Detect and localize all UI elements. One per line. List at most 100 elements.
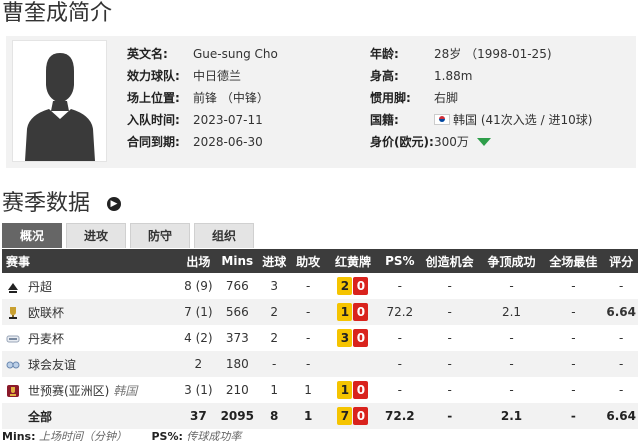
mins-cell: 2095 [217,403,258,429]
tab-defense[interactable]: 防守 [130,223,190,248]
pass-pct-cell: 72.2 [380,403,419,429]
assists-cell: - [291,351,326,377]
nationality-text: 韩国 (41次入选 / 进10球) [453,113,593,127]
world-cup-qualifiers-icon [7,384,19,397]
pass-pct-cell: 72.2 [380,299,419,325]
goals-cell: 1 [270,383,279,397]
goals-cell: 2 [257,299,292,325]
chances-cell: - [418,351,481,377]
goals-cell: 3 [270,279,279,293]
cards-cell: 30 [325,325,381,351]
aerials-cell: 2.1 [480,299,543,325]
ps-desc: 传球成功率 [186,430,242,443]
yellow-card-count: 1 [337,381,353,399]
rating-cell: - [604,351,638,377]
red-card-count: 0 [353,303,369,321]
arrow-right-icon[interactable]: ▶ [107,197,121,211]
competition-cell[interactable]: 丹麦杯 [2,325,179,351]
aerials-cell: - [509,331,514,345]
danish-cup-icon [6,335,20,342]
mins-cell: 766 [225,279,249,293]
europa-league-trophy-icon [9,306,17,319]
yellow-card-count: 2 [337,277,353,295]
mins-cell: 210 [225,383,249,397]
danish-superliga-icon [8,282,18,293]
apps-cell: 3 (1) [184,383,213,397]
header-apps[interactable]: 出场 [179,249,218,273]
table-row: 丹麦杯 4 (2) 373 2 - 30 - - - - - [2,325,638,351]
header-chances[interactable]: 创造机会 [418,249,481,273]
competition-cell[interactable]: 欧联杯 [2,299,180,325]
club-value[interactable]: 中日德兰 [193,68,241,84]
chances-cell: - [447,279,452,293]
contract-label: 合同到期: [127,135,180,149]
header-cards[interactable]: 红黄牌 [325,249,381,273]
header-rating[interactable]: 评分 [604,249,638,273]
assists-cell: - [305,331,311,345]
competition-cell[interactable]: 世预赛(亚洲区) 韩国 [2,377,179,403]
mins-cell: 566 [217,299,258,325]
joined-label: 入队时间: [127,113,180,127]
english-name-label: 英文名: [127,47,168,61]
table-row: 世预赛(亚洲区) 韩国 3 (1) 210 1 1 10 - - - - - [2,377,638,403]
aerials-cell: - [480,351,543,377]
aerials-cell: - [509,279,514,293]
competition-name: 欧联杯 [28,305,65,320]
apps-cell: 4 (2) [184,331,213,345]
competition-cell[interactable]: 球会友谊 [2,351,180,377]
yellow-card-count: 7 [337,407,353,425]
position-value: 前锋 （中锋） [193,91,269,105]
market-value: 300万 [434,134,491,150]
table-footnote: Mins: 上场时间（分钟） PS%: 传球成功率 [2,429,241,445]
motm-cell: - [542,351,605,377]
yellow-card-count: 3 [337,329,353,347]
header-motm[interactable]: 全场最佳 [542,249,605,273]
tab-organize[interactable]: 组织 [194,223,254,248]
competition-cell[interactable]: 丹超 [2,273,179,299]
header-pass-pct[interactable]: PS% [380,249,419,273]
chances-cell: - [418,299,481,325]
header-aerials[interactable]: 争顶成功 [480,249,543,273]
trend-down-icon [476,138,491,146]
season-stats-table: 赛事 出场 Mins 进球 助攻 红黄牌 PS% 创造机会 争顶成功 全场最佳 … [2,249,638,429]
club-friendly-icon [6,361,20,368]
motm-cell: - [571,279,576,293]
silhouette-icon [13,41,106,161]
red-card-count: 0 [353,329,369,347]
market-value-label: 身价(欧元): [370,135,434,149]
cards-cell [325,351,381,377]
chances-cell: - [447,383,452,397]
table-row: 球会友谊 2 180 - - - - - - - [2,351,638,377]
goals-cell: - [257,351,292,377]
club-label: 效力球队: [127,69,180,83]
apps-cell: 37 [179,403,218,429]
motm-cell: - [542,403,605,429]
mins-cell: 180 [217,351,258,377]
cards-cell: 10 [325,377,381,403]
nationality-value: 韩国 (41次入选 / 进10球) [434,112,592,128]
age-value: 28岁 （1998-01-25) [434,47,552,61]
header-assists[interactable]: 助攻 [291,249,326,273]
competition-name: 世预赛(亚洲区) [28,383,110,398]
tab-attack[interactable]: 进攻 [66,223,126,248]
competition-name: 丹麦杯 [28,331,65,346]
red-card-count: 0 [353,407,369,425]
motm-cell: - [571,383,576,397]
pass-pct-cell: - [397,383,402,397]
joined-value: 2023-07-11 [193,113,263,127]
height-label: 身高: [370,69,399,83]
foot-value: 右脚 [434,91,459,105]
foot-label: 惯用脚: [370,91,411,105]
age-label: 年龄: [370,47,399,61]
pass-pct-cell: - [380,351,419,377]
header-goals[interactable]: 进球 [257,249,292,273]
chances-cell: - [418,403,481,429]
apps-cell: 2 [179,351,218,377]
assists-cell: - [291,299,326,325]
header-mins[interactable]: Mins [217,249,258,273]
contract-value: 2028-06-30 [193,135,263,149]
rating-cell: - [618,279,624,293]
red-card-count: 0 [353,381,369,399]
tab-overview[interactable]: 概况 [2,223,62,248]
competition-note: 韩国 [113,383,138,398]
